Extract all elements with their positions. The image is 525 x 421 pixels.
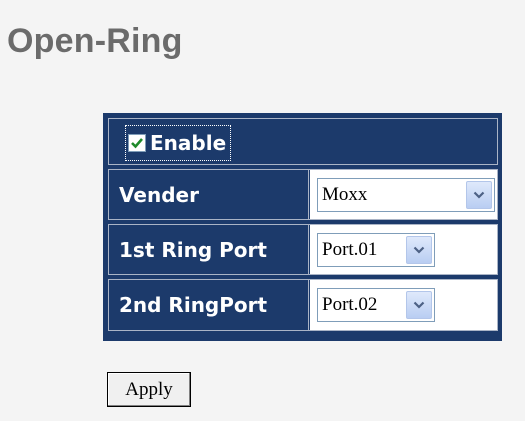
ring-port-2-cell: Port.02: [310, 280, 497, 330]
enable-checkbox-group[interactable]: Enable: [125, 125, 232, 161]
vender-select[interactable]: Moxx: [317, 178, 495, 212]
vender-label: Vender: [109, 170, 309, 219]
page-title: Open-Ring: [7, 22, 183, 60]
ring-port-1-label: 1st Ring Port: [109, 225, 309, 274]
chevron-down-icon[interactable]: [406, 291, 432, 319]
ring-port-2-label: 2nd RingPort: [109, 280, 309, 330]
ring-port-2-select-value: Port.02: [322, 294, 378, 315]
vender-cell: Moxx: [310, 170, 497, 219]
ring-port-1-cell: Port.01: [310, 225, 497, 274]
check-icon: [131, 138, 143, 149]
ring-port-1-select[interactable]: Port.01: [317, 233, 435, 267]
vender-row: Vender Moxx: [108, 169, 498, 220]
open-ring-settings-table: Enable Vender Moxx 1st Ring Port Port.01: [103, 113, 502, 341]
apply-button[interactable]: Apply: [107, 372, 191, 407]
vender-select-value: Moxx: [322, 184, 368, 205]
chevron-down-icon[interactable]: [406, 236, 432, 264]
ring-port-2-row: 2nd RingPort Port.02: [108, 279, 498, 331]
ring-port-1-select-value: Port.01: [322, 239, 378, 260]
enable-checkbox[interactable]: [128, 134, 146, 152]
ring-port-2-select[interactable]: Port.02: [317, 288, 435, 322]
chevron-down-icon[interactable]: [466, 181, 492, 209]
enable-row: Enable: [108, 118, 498, 165]
ring-port-1-row: 1st Ring Port Port.01: [108, 224, 498, 275]
enable-label: Enable: [150, 131, 227, 155]
